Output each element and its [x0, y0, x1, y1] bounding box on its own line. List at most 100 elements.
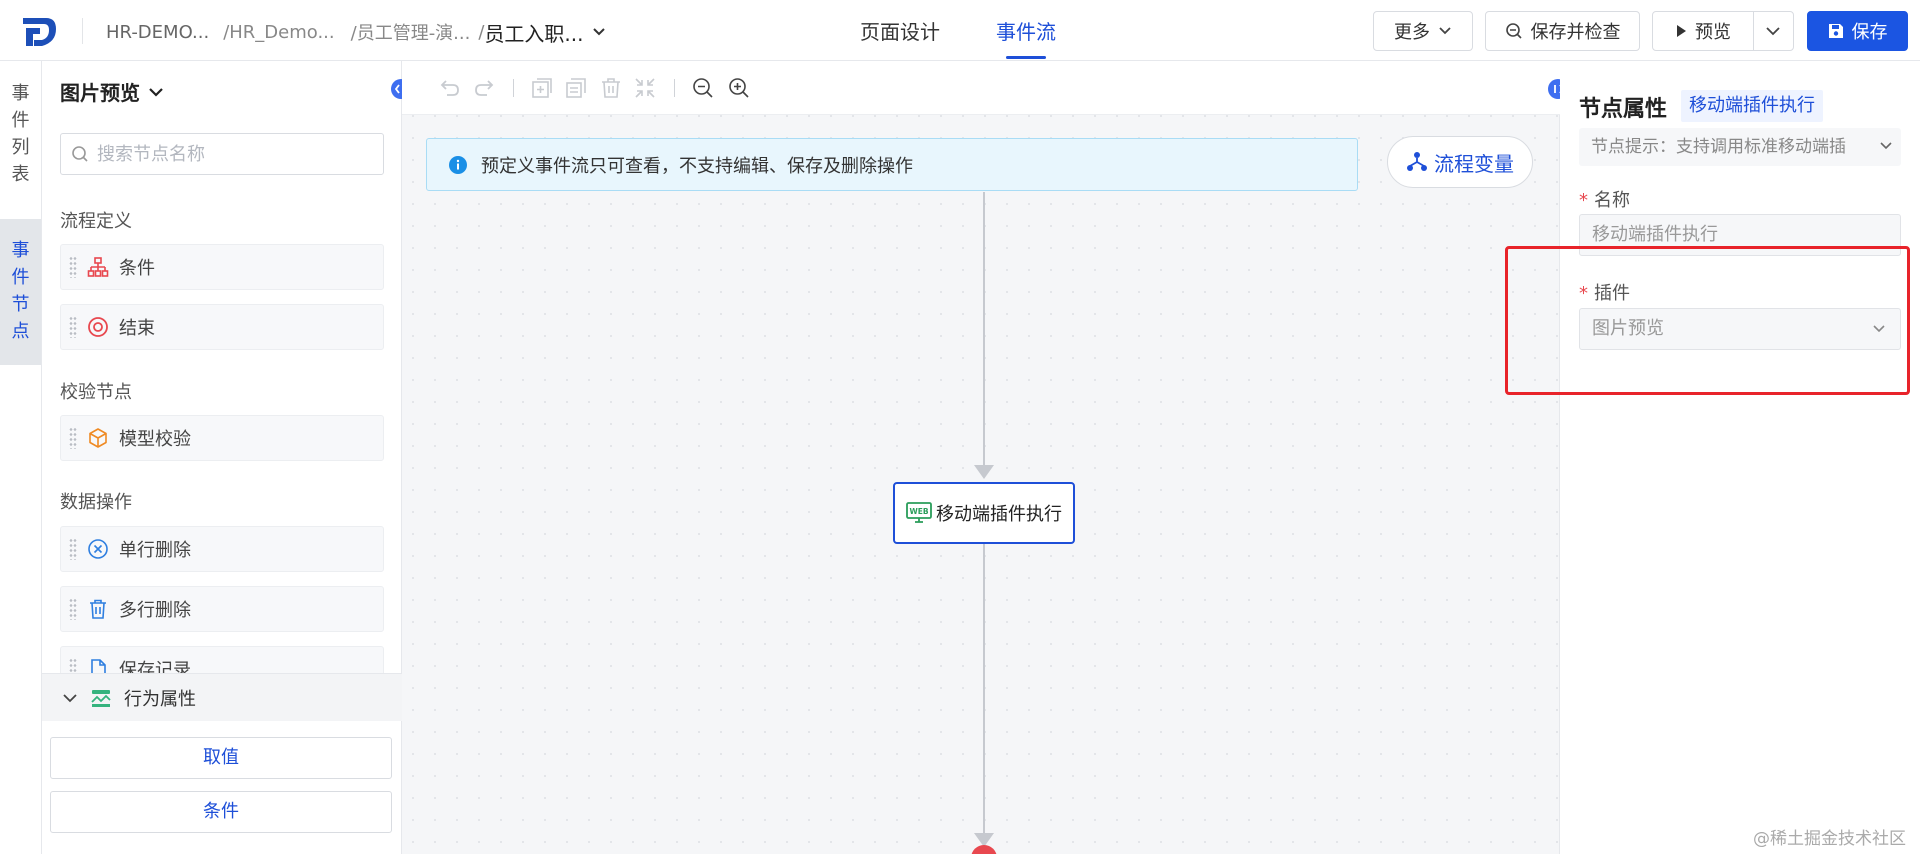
x-circle-icon — [88, 539, 108, 559]
node-search-box — [60, 133, 384, 175]
delete-icon[interactable] — [599, 76, 623, 100]
zoom-out-icon[interactable] — [691, 76, 715, 100]
web-monitor-icon-text: WEB — [909, 507, 928, 516]
top-header: HR-DEMO... /HR_Demo... /员工管理-演... / 员工入职… — [0, 0, 1920, 61]
breadcrumb-app[interactable]: HR-DEMO... — [106, 22, 209, 43]
breadcrumb-current-page[interactable]: 员工入职... — [484, 18, 583, 47]
node-item-condition[interactable]: 条件 — [60, 244, 384, 290]
node-hint[interactable]: 节点提示：支持调用标准移动端插 — [1579, 128, 1901, 166]
save-label: 保存 — [1851, 22, 1888, 43]
search-icon — [72, 146, 88, 162]
node-panel: 图片预览 流程定义 条件 结束 校验节点 模型校验 数据操作 单行删除 多行删除 — [42, 61, 411, 854]
node-panel-title-text: 图片预览 — [60, 81, 140, 105]
collapse-icon[interactable] — [633, 76, 657, 100]
rail-event-list-char: 表 — [11, 164, 30, 185]
node-item-single-delete[interactable]: 单行删除 — [60, 526, 384, 572]
app-logo-icon[interactable] — [20, 14, 60, 48]
node-item-label: 模型校验 — [119, 429, 191, 450]
drag-handle-icon[interactable] — [69, 427, 77, 449]
node-list-clip: 保存记录 — [42, 646, 402, 673]
behavior-properties-title: 行为属性 — [124, 688, 196, 710]
node-item-save-record[interactable]: 保存记录 — [60, 646, 384, 673]
toolbar-divider — [513, 79, 514, 97]
toolbar-divider — [674, 79, 675, 97]
readonly-notice: 预定义事件流只可查看，不支持编辑、保存及删除操作 — [426, 138, 1358, 191]
node-item-end[interactable]: 结束 — [60, 304, 384, 350]
chevron-down-icon — [63, 693, 77, 702]
section-title-flow-definition: 流程定义 — [60, 211, 132, 232]
add-node-icon[interactable] — [530, 76, 554, 100]
rail-event-list-char: 件 — [11, 110, 30, 131]
rail-event-list[interactable]: 事 件 列 表 — [0, 77, 41, 193]
node-hint-text: 节点提示：支持调用标准移动端插 — [1591, 137, 1846, 157]
section-title-data-operations: 数据操作 — [60, 492, 132, 513]
preview-split-divider — [1753, 12, 1754, 50]
node-item-label: 单行删除 — [119, 540, 191, 561]
chevron-down-icon[interactable] — [592, 27, 606, 37]
chevron-down-icon — [149, 87, 163, 97]
editor-tabs: 页面设计 事件流 — [860, 0, 1112, 61]
breadcrumb: HR-DEMO... /HR_Demo... /员工管理-演... / 员工入职… — [106, 18, 606, 47]
zoom-in-icon[interactable] — [727, 76, 751, 100]
node-item-label: 条件 — [119, 258, 155, 279]
flow-connector — [983, 544, 985, 836]
chevron-down-icon[interactable] — [1765, 26, 1781, 36]
behavior-chart-icon — [91, 689, 111, 707]
save-and-check-button[interactable]: 保存并检查 — [1485, 11, 1640, 51]
name-field-label: * 名称 — [1579, 186, 1630, 212]
drag-handle-icon[interactable] — [69, 598, 77, 620]
floppy-disk-icon — [1828, 24, 1843, 38]
rail-event-nodes-char: 事 — [11, 240, 30, 261]
cube-icon — [89, 428, 107, 448]
flow-canvas[interactable]: 预定义事件流只可查看，不支持编辑、保存及删除操作 流程变量 WEB 移动端插件执… — [402, 61, 1568, 854]
save-button[interactable]: 保存 — [1807, 11, 1908, 51]
info-icon — [449, 155, 467, 174]
node-type-tag: 移动端插件执行 — [1681, 90, 1823, 122]
web-monitor-icon: WEB — [906, 502, 932, 523]
behavior-properties-header[interactable]: 行为属性 — [42, 673, 402, 721]
save-and-check-label: 保存并检查 — [1530, 22, 1621, 43]
tab-event-flow[interactable]: 事件流 — [996, 0, 1056, 61]
redo-icon[interactable] — [472, 76, 496, 100]
flow-node-mobile-plugin[interactable]: WEB 移动端插件执行 — [893, 482, 1075, 544]
drag-handle-icon[interactable] — [69, 538, 77, 560]
node-panel-title[interactable]: 图片预览 — [60, 77, 164, 106]
required-marker: * — [1579, 190, 1588, 211]
get-value-button[interactable]: 取值 — [50, 737, 392, 779]
hierarchy-icon — [1407, 152, 1427, 171]
node-item-model-validation[interactable]: 模型校验 — [60, 415, 384, 461]
undo-icon[interactable] — [438, 76, 462, 100]
properties-title: 节点属性 — [1579, 97, 1668, 122]
drag-handle-icon[interactable] — [69, 658, 77, 673]
rail-event-nodes-char: 点 — [11, 321, 30, 342]
copy-icon[interactable] — [564, 76, 588, 100]
branch-icon — [87, 257, 109, 277]
node-item-label: 保存记录 — [119, 660, 191, 673]
more-button-label: 更多 — [1394, 22, 1430, 43]
rail-event-nodes[interactable]: 事 件 节 点 — [0, 219, 41, 365]
flow-arrow — [974, 465, 994, 479]
annotation-highlight-box — [1505, 246, 1910, 395]
trash-icon — [90, 599, 106, 619]
left-rail: 事 件 列 表 事 件 节 点 — [0, 61, 42, 854]
preview-label: 预览 — [1695, 22, 1731, 43]
node-item-multi-delete[interactable]: 多行删除 — [60, 586, 384, 632]
drag-handle-icon[interactable] — [69, 316, 77, 338]
drag-handle-icon[interactable] — [69, 256, 77, 278]
section-title-validation: 校验节点 — [60, 382, 132, 403]
rail-event-nodes-char: 件 — [11, 267, 30, 288]
more-button[interactable]: 更多 — [1373, 11, 1473, 51]
document-icon — [91, 659, 106, 673]
node-item-label: 多行删除 — [119, 600, 191, 621]
header-divider — [82, 18, 83, 44]
watermark: @稀土掘金技术社区 — [1753, 829, 1906, 849]
breadcrumb-group[interactable]: /员工管理-演... — [351, 19, 471, 45]
preview-button[interactable]: 预览 — [1652, 11, 1794, 51]
rail-event-list-char: 列 — [11, 137, 30, 158]
breadcrumb-module[interactable]: /HR_Demo... — [223, 22, 334, 43]
node-search-input[interactable] — [97, 143, 367, 165]
node-properties-panel: 节点属性 移动端插件执行 节点提示：支持调用标准移动端插 * 名称 移动端插件执行… — [1560, 61, 1920, 854]
tab-page-design[interactable]: 页面设计 — [860, 0, 940, 61]
flow-variables-button[interactable]: 流程变量 — [1387, 136, 1533, 188]
condition-button[interactable]: 条件 — [50, 791, 392, 833]
